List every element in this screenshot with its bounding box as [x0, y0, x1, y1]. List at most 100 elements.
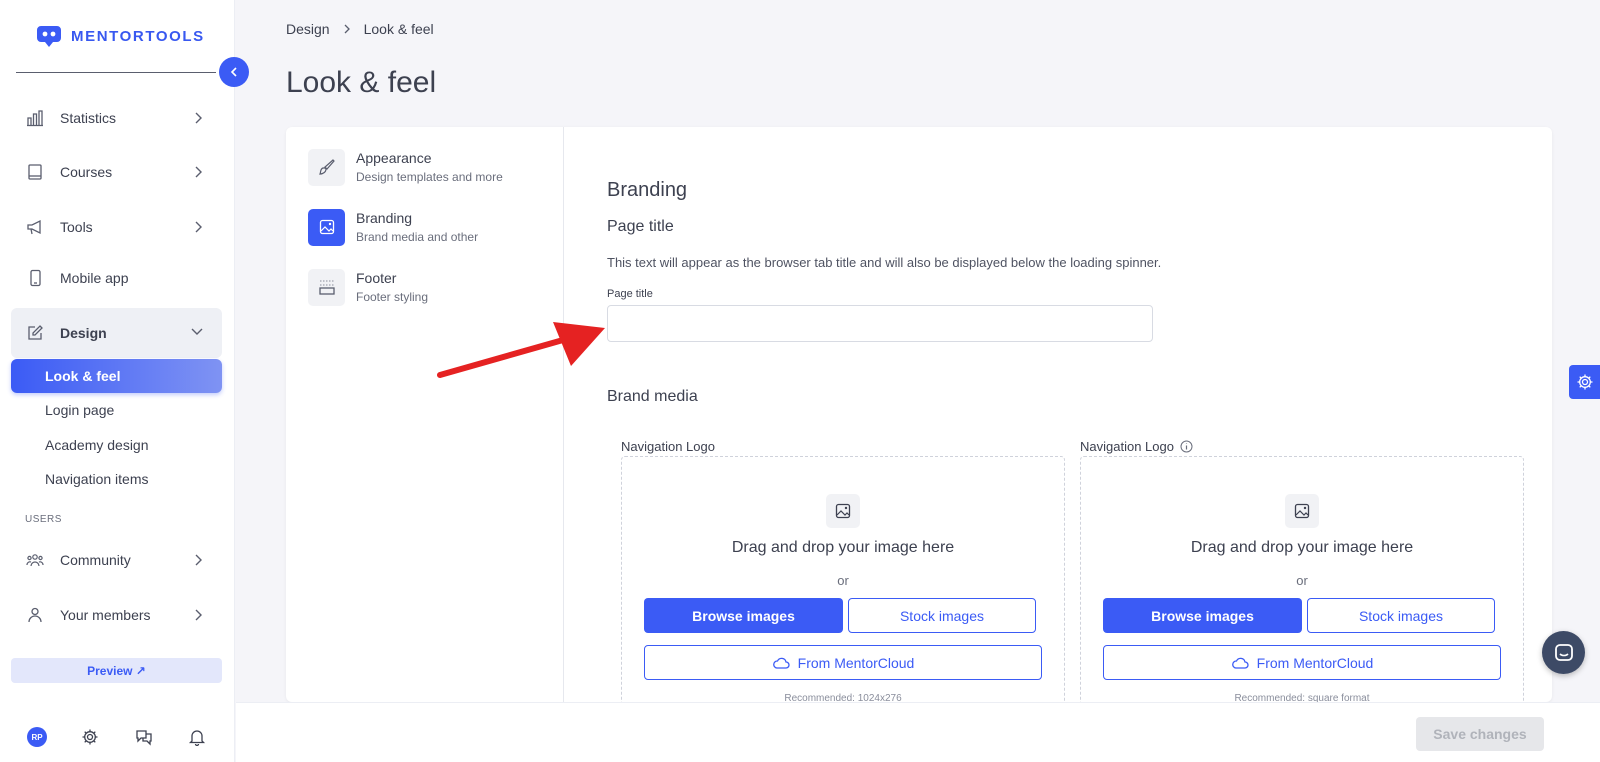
save-changes-button[interactable]: Save changes [1416, 717, 1544, 751]
sidebar-item-label: Tools [60, 219, 93, 235]
navigation-logo-dropzone[interactable]: Drag and drop your image here or Browse … [621, 456, 1065, 702]
chevron-right-icon [344, 24, 350, 34]
edit-icon [25, 323, 45, 343]
section-branding[interactable]: Branding Brand media and other [308, 207, 558, 247]
settings-button[interactable] [79, 726, 101, 748]
footer-bar: Save changes [236, 702, 1600, 762]
section-appearance[interactable]: Appearance Design templates and more [308, 147, 558, 187]
or-text: or [837, 573, 849, 588]
brand-media-heading: Brand media [607, 388, 698, 405]
stock-images-button[interactable]: Stock images [848, 598, 1036, 633]
browse-images-button[interactable]: Browse images [1103, 598, 1302, 633]
chevron-right-icon [195, 609, 202, 621]
sidebar-item-label: Design [60, 325, 107, 341]
upload-label: Navigation Logo [621, 439, 715, 454]
avatar[interactable]: RP [27, 727, 47, 747]
book-icon [25, 162, 45, 182]
cloud-icon [1231, 657, 1249, 669]
section-subtitle: Brand media and other [356, 230, 479, 244]
sidebar-item-label: Mobile app [60, 270, 129, 286]
breadcrumb-current: Look & feel [363, 21, 434, 37]
branding-heading: Branding [607, 179, 688, 201]
chevron-right-icon [195, 554, 202, 566]
section-title: Appearance [356, 150, 432, 166]
drag-drop-text: Drag and drop your image here [731, 539, 955, 556]
sidebar: MENTORTOOLS Statistics Courses Tools Mob… [0, 0, 249, 762]
chat-icon [1554, 643, 1573, 661]
community-icon [25, 550, 45, 570]
sidebar-item-courses[interactable]: Courses [11, 148, 222, 196]
image-icon [826, 494, 860, 528]
navigation-logo-dropzone[interactable]: Drag and drop your image here or Browse … [1080, 456, 1524, 702]
upload-label-text: Navigation Logo [1080, 439, 1174, 454]
breadcrumb: Design Look & feel [286, 21, 434, 37]
image-icon [308, 208, 345, 246]
sidebar-item-label: Your members [60, 607, 151, 623]
robot-logo-icon [37, 26, 61, 47]
megaphone-icon [25, 217, 45, 237]
footer-layout-icon [308, 268, 345, 306]
drag-drop-text: Drag and drop your image here [1190, 539, 1414, 556]
sidebar-item-label: Community [60, 552, 131, 568]
recommendation-text: Recommended: square format [1234, 693, 1370, 702]
section-footer[interactable]: Footer Footer styling [308, 267, 558, 307]
section-subtitle: Design templates and more [356, 170, 503, 184]
breadcrumb-parent[interactable]: Design [286, 21, 330, 37]
page-title-input[interactable] [607, 305, 1153, 342]
gear-icon [1577, 374, 1592, 390]
chevron-right-icon [195, 221, 202, 233]
preview-button[interactable]: Preview ↗ [11, 658, 222, 683]
sidebar-item-tools[interactable]: Tools [11, 203, 222, 251]
section-title: Footer [356, 270, 397, 286]
sidebar-subitem-navigation-items[interactable]: Navigation items [11, 462, 222, 496]
settings-card: Appearance Design templates and more Bra… [286, 127, 1552, 702]
cloud-icon [772, 657, 790, 669]
button-label: From MentorCloud [1256, 654, 1374, 671]
sidebar-subitem-look-and-feel[interactable]: Look & feel [11, 359, 222, 393]
sidebar-item-design[interactable]: Design [11, 308, 222, 358]
page-title: Look & feel [286, 66, 437, 99]
sidebar-item-your-members[interactable]: Your members [11, 591, 222, 639]
sidebar-subitem-academy-design[interactable]: Academy design [11, 428, 222, 462]
chat-bubbles-icon [136, 730, 152, 746]
from-mentorcloud-button[interactable]: From MentorCloud [644, 645, 1042, 680]
from-mentorcloud-button[interactable]: From MentorCloud [1103, 645, 1501, 680]
card-divider [563, 127, 564, 702]
brand-logo[interactable]: MENTORTOOLS [35, 22, 205, 50]
brush-icon [308, 148, 345, 186]
stock-images-button[interactable]: Stock images [1307, 598, 1495, 633]
sidebar-item-community[interactable]: Community [11, 536, 222, 584]
sidebar-item-label: Courses [60, 164, 113, 180]
mobile-icon [25, 268, 45, 288]
button-label: From MentorCloud [797, 654, 915, 671]
sidebar-subitem-login-page[interactable]: Login page [11, 393, 222, 427]
floating-settings-button[interactable] [1569, 365, 1600, 399]
section-subtitle: Footer styling [356, 290, 429, 304]
bar-chart-icon [25, 108, 45, 128]
collapse-sidebar-button[interactable] [219, 57, 249, 87]
sidebar-item-mobile-app[interactable]: Mobile app [11, 254, 222, 302]
image-icon [1285, 494, 1319, 528]
notifications-button[interactable] [186, 726, 208, 748]
gear-icon [82, 729, 98, 745]
chevron-right-icon [195, 112, 202, 124]
support-chat-button[interactable] [1542, 631, 1585, 674]
info-icon[interactable] [1180, 440, 1193, 453]
annotation-arrow-icon [437, 322, 605, 378]
sidebar-divider [16, 72, 216, 73]
or-text: or [1296, 573, 1308, 588]
sidebar-footer: RP [0, 715, 235, 755]
sidebar-item-statistics[interactable]: Statistics [11, 94, 222, 142]
chevron-right-icon [195, 166, 202, 178]
page-title-label: Page title [607, 288, 653, 300]
section-title: Branding [356, 210, 413, 226]
chevron-down-icon [191, 328, 203, 335]
recommendation-text: Recommended: 1024x276 [784, 693, 902, 702]
messages-button[interactable] [133, 726, 155, 748]
browse-images-button[interactable]: Browse images [644, 598, 843, 633]
sidebar-item-label: Statistics [60, 110, 117, 126]
chevron-left-icon [230, 67, 237, 77]
upload-label: Navigation Logo [1080, 439, 1193, 454]
page-title-heading: Page title [607, 218, 674, 235]
bell-icon [188, 730, 206, 746]
